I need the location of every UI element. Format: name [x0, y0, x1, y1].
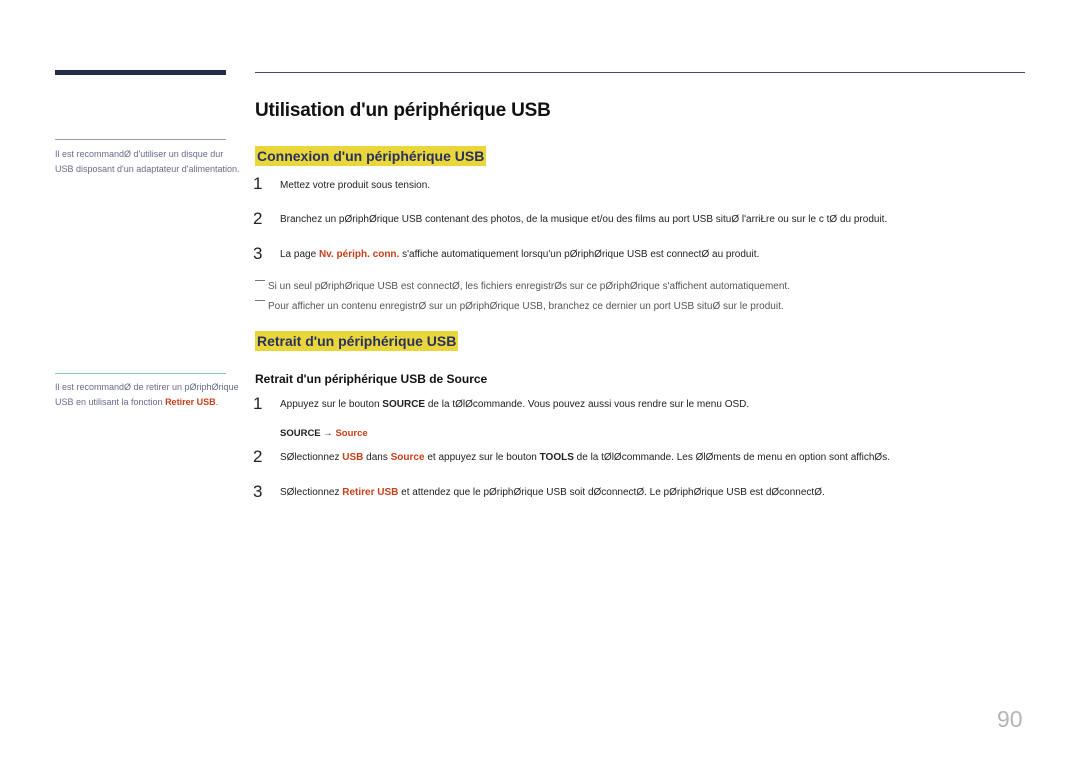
- step-text: Appuyez sur le bouton SOURCE de la tØlØc…: [280, 399, 749, 410]
- note-dash-icon: [255, 300, 265, 301]
- text: La page: [280, 249, 319, 260]
- section-heading-connect: Connexion d'un périphérique USB: [255, 146, 487, 166]
- text: Appuyez sur le bouton: [280, 399, 383, 410]
- step-number: 1: [253, 394, 263, 413]
- path-from: SOURCE: [280, 428, 321, 439]
- text: de la tØlØcommande. Vous pouvez aussi vo…: [425, 399, 750, 410]
- text: et attendez que le pØriphØrique USB soit…: [398, 487, 825, 498]
- sidebar-divider: [55, 139, 226, 140]
- section-heading-remove: Retrait d'un périphérique USB: [255, 331, 459, 351]
- path-to: Source: [335, 428, 368, 439]
- step-number: 2: [253, 447, 263, 466]
- menu-item-highlight: Source: [390, 452, 425, 463]
- subsection-heading: Retrait d'un périphérique USB de Source: [255, 372, 488, 386]
- note-text: Pour afficher un contenu enregistrØ sur …: [268, 301, 784, 312]
- text: SØlectionnez: [280, 487, 343, 498]
- text: de la tØlØcommande. Les ØlØments de menu…: [573, 452, 890, 463]
- step-number: 2: [253, 209, 263, 228]
- sidebar-divider: [55, 373, 226, 374]
- note-item: Pour afficher un contenu enregistrØ sur …: [255, 300, 784, 312]
- text: dans: [363, 452, 391, 463]
- sidebar-note-remove: Il est recommandØ de retirer un pØriphØr…: [55, 380, 243, 409]
- text: SØlectionnez: [280, 452, 343, 463]
- menu-path: SOURCE → Source: [280, 428, 368, 439]
- menu-item-highlight: Retirer USB: [342, 487, 399, 498]
- note-text: Si un seul pØriphØrique USB est connectØ…: [268, 281, 790, 292]
- button-name: SOURCE: [382, 399, 426, 410]
- note-highlight: Retirer USB: [165, 396, 216, 407]
- text: s'affiche automatiquement lorsqu'un pØri…: [399, 249, 760, 260]
- arrow-icon: →: [323, 428, 333, 439]
- step-number: 3: [253, 244, 263, 263]
- step-text: SØlectionnez USB dans Source et appuyez …: [280, 452, 890, 463]
- step-number: 1: [253, 174, 263, 193]
- menu-item-highlight: Nv. périph. conn.: [318, 249, 400, 260]
- step-number: 3: [253, 482, 263, 501]
- note-end: .: [215, 396, 219, 407]
- header-rule: [255, 72, 1025, 73]
- page-title: Utilisation d'un périphérique USB: [255, 100, 551, 121]
- step-text: Branchez un pØriphØrique USB contenant d…: [280, 214, 888, 225]
- sidebar-note-usb-power: Il est recommandØ d'utiliser un disque d…: [55, 149, 240, 174]
- sidebar-header-bar: [55, 70, 226, 75]
- menu-item-highlight: USB: [342, 452, 364, 463]
- text: et appuyez sur le bouton: [424, 452, 540, 463]
- step-text: SØlectionnez Retirer USB et attendez que…: [280, 487, 825, 498]
- step-text: Mettez votre produit sous tension.: [280, 180, 431, 191]
- page-number: 90: [997, 706, 1023, 732]
- note-dash-icon: [255, 280, 265, 281]
- button-name: TOOLS: [539, 452, 574, 463]
- note-item: Si un seul pØriphØrique USB est connectØ…: [255, 280, 790, 292]
- step-text: La page Nv. périph. conn. s'affiche auto…: [280, 249, 759, 260]
